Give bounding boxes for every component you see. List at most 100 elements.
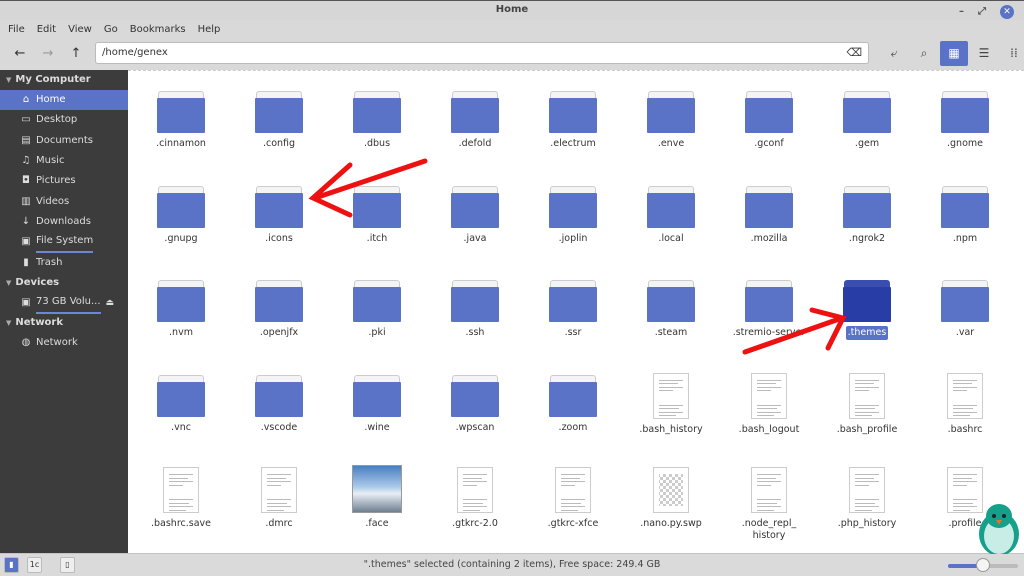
sidebar-item-73-gb-volu-[interactable]: ▣ 73 GB Volu... ⏏ [0, 293, 128, 314]
folder-item[interactable]: .gconf [721, 91, 817, 151]
file-item[interactable]: .bash_profile [819, 372, 915, 437]
download-icon: ↓ [21, 215, 31, 227]
sidebar-item-home[interactable]: ⌂ Home [0, 90, 128, 111]
file-item[interactable]: .gtkrc-2.0 [427, 467, 523, 531]
folder-icon [157, 185, 205, 228]
sidebar-item-network[interactable]: ◍ Network [0, 333, 128, 353]
sidebar-section-header[interactable]: ▼ Devices [0, 273, 128, 293]
sidebar-item-pictures[interactable]: ◘ Pictures [0, 171, 128, 191]
sidebar-section-header[interactable]: ▼ Network [0, 313, 128, 333]
folder-item[interactable]: .gnome [917, 91, 1013, 151]
folder-item[interactable]: .pki [329, 280, 425, 340]
folder-item[interactable]: .cinnamon [133, 91, 229, 151]
folder-item[interactable]: .electrum [525, 91, 621, 151]
folder-item[interactable]: .npm [917, 185, 1013, 246]
folder-item[interactable]: .joplin [525, 185, 621, 246]
file-name: .dmrc [265, 518, 293, 529]
minimize-button[interactable]: – [959, 3, 964, 21]
folder-item[interactable]: .gnupg [133, 185, 229, 246]
eject-icon[interactable]: ⏏ [105, 293, 114, 313]
file-item[interactable]: .bash_logout [721, 372, 817, 437]
sidebar-section-header[interactable]: ▼ My Computer [0, 70, 128, 90]
file-name: .bash_profile [836, 423, 898, 435]
folder-icon [353, 185, 401, 228]
folder-item[interactable]: .themes [819, 280, 915, 340]
folder-item[interactable]: .dbus [329, 91, 425, 151]
list-view-button[interactable]: ☰ [970, 41, 998, 66]
folder-item[interactable]: .ssr [525, 280, 621, 340]
folder-item[interactable]: .config [231, 91, 327, 151]
file-name: .gnome [947, 138, 983, 149]
collapse-triangle-icon[interactable]: ▼ [6, 279, 11, 287]
menu-file[interactable]: File [2, 24, 31, 35]
folder-item[interactable]: .icons [231, 185, 327, 246]
file-item[interactable]: .dmrc [231, 467, 327, 531]
file-item[interactable]: .bashrc.save [133, 467, 229, 531]
file-name: .enve [657, 138, 685, 149]
folder-item[interactable]: .enve [623, 91, 719, 151]
folder-item[interactable]: .steam [623, 280, 719, 340]
folder-item[interactable]: .local [623, 185, 719, 246]
sidebar-item-videos[interactable]: ▥ Videos [0, 191, 128, 211]
maximize-button[interactable]: ⤢ [978, 3, 986, 21]
folder-icon [255, 185, 303, 228]
sidebar-item-downloads[interactable]: ↓ Downloads [0, 212, 128, 232]
sidebar-item-music[interactable]: ♫ Music [0, 151, 128, 171]
folder-item[interactable]: .java [427, 185, 523, 246]
file-name: .itch [366, 232, 388, 244]
file-item[interactable]: .gtkrc-xfce [525, 467, 621, 531]
text-file-icon [751, 467, 787, 513]
folder-item[interactable]: .defold [427, 91, 523, 151]
sidebar-item-desktop[interactable]: ▭ Desktop [0, 110, 128, 130]
text-file-icon [261, 467, 297, 513]
file-item[interactable]: .bashrc [917, 372, 1013, 437]
search-icon[interactable]: ⌕ [910, 41, 938, 66]
folder-item[interactable]: .itch [329, 185, 425, 246]
folder-item[interactable]: .ssh [427, 280, 523, 340]
menu-bookmarks[interactable]: Bookmarks [124, 24, 192, 35]
file-item[interactable]: .php_history [819, 467, 915, 531]
clear-location-icon[interactable]: ⌫ [846, 43, 862, 63]
compact-view-button[interactable]: ⁞⁞ [1000, 41, 1024, 66]
collapse-triangle-icon[interactable]: ▼ [6, 319, 11, 327]
sidebar-item-file-system[interactable]: ▣ File System [0, 232, 128, 254]
location-input[interactable]: /home/genex ⌫ [95, 42, 869, 64]
folder-item[interactable]: .ngrok2 [819, 185, 915, 246]
close-button[interactable]: ✕ [1000, 5, 1014, 19]
folder-item[interactable]: .zoom [525, 374, 621, 435]
menu-go[interactable]: Go [98, 24, 124, 35]
folder-item[interactable]: .wpscan [427, 374, 523, 435]
collapse-triangle-icon[interactable]: ▼ [6, 76, 11, 84]
folder-item[interactable]: .var [917, 280, 1013, 340]
icon-view-button[interactable]: ▦ [940, 41, 968, 66]
zoom-slider[interactable] [948, 558, 1018, 572]
folder-icon [745, 91, 793, 133]
folder-item[interactable]: .vnc [133, 374, 229, 435]
back-button[interactable]: ← [6, 46, 34, 61]
sidebar-item-trash[interactable]: ▮ Trash [0, 252, 128, 272]
sidebar-item-documents[interactable]: ▤ Documents [0, 131, 128, 151]
folder-icon [941, 91, 989, 133]
folder-item[interactable]: .vscode [231, 374, 327, 435]
folder-item[interactable]: .gem [819, 91, 915, 151]
text-file-icon [849, 467, 885, 513]
folder-item[interactable]: .wine [329, 374, 425, 435]
folder-item[interactable]: .openjfx [231, 280, 327, 340]
file-item[interactable]: .nano.py.swp [623, 467, 719, 531]
menu-view[interactable]: View [62, 24, 98, 35]
file-item[interactable]: .node_repl_ history [721, 467, 817, 543]
menu-help[interactable]: Help [192, 24, 227, 35]
file-item[interactable]: .bash_history [623, 372, 719, 437]
folder-item[interactable]: .nvm [133, 280, 229, 340]
up-button[interactable]: ↑ [62, 46, 90, 61]
menu-edit[interactable]: Edit [31, 24, 62, 35]
section-title: Network [15, 316, 64, 328]
file-name: .local [658, 232, 684, 244]
folder-item[interactable]: .mozilla [721, 185, 817, 246]
file-item[interactable]: .face [329, 465, 425, 531]
document-icon: ▤ [21, 134, 31, 146]
zoom-knob[interactable] [976, 558, 990, 572]
folder-item[interactable]: .stremio-server [721, 280, 817, 340]
toggle-location-icon[interactable]: ⤶ [880, 41, 908, 66]
forward-button[interactable]: → [34, 46, 62, 61]
